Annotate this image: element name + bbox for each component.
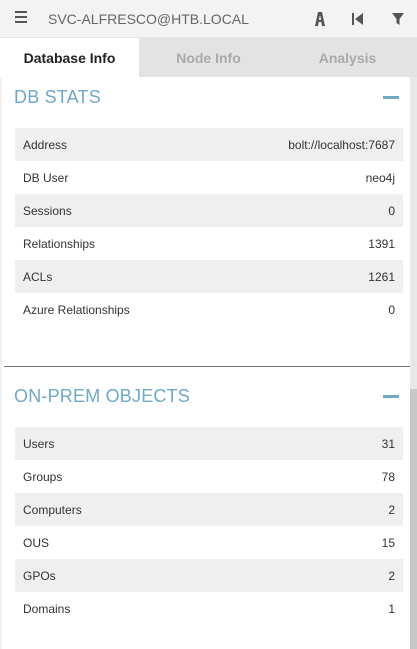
row-value: 0 [388, 302, 395, 317]
db-stats-title: DB STATS [14, 86, 101, 107]
row-value: 2 [388, 502, 395, 517]
row-label: GPOs [23, 568, 56, 583]
row-value: 1261 [368, 269, 395, 284]
row-label: ACLs [23, 269, 53, 284]
back-icon[interactable] [349, 10, 367, 28]
row-label: Address [23, 137, 68, 152]
table-row: GPOs 2 [15, 559, 403, 592]
onprem-header: ON-PREM OBJECTS [14, 381, 399, 411]
db-stats-table: Address bolt://localhost:7687 DB User ne… [15, 128, 403, 326]
row-value: 31 [381, 436, 395, 451]
minus-icon [383, 95, 399, 99]
collapse-db-stats-button[interactable] [383, 89, 399, 105]
menu-icon[interactable] [15, 11, 27, 25]
row-value: bolt://localhost:7687 [288, 137, 395, 152]
row-value: 1391 [368, 236, 395, 251]
section-divider [4, 366, 411, 367]
row-value: 1 [388, 601, 395, 616]
search-input[interactable] [48, 6, 298, 32]
row-label: Users [23, 436, 55, 451]
table-row: Computers 2 [15, 493, 403, 526]
onprem-table: Users 31 Groups 78 Computers 2 OUS 15 GP… [15, 427, 403, 625]
tab-database-info[interactable]: Database Info [0, 38, 139, 77]
table-row: Relationships 1391 [15, 227, 403, 260]
row-label: Computers [23, 502, 82, 517]
table-row: DB User neo4j [15, 161, 403, 194]
table-row: Groups 78 [15, 460, 403, 493]
filter-icon[interactable] [389, 10, 407, 28]
table-row: Users 31 [15, 427, 403, 460]
table-row: OUS 15 [15, 526, 403, 559]
row-value: neo4j [365, 170, 395, 185]
table-row: Address bolt://localhost:7687 [15, 128, 403, 161]
table-row: Sessions 0 [15, 194, 403, 227]
tab-bar: Database Info Node Info Analysis [0, 38, 417, 77]
minus-icon [383, 394, 399, 398]
tab-analysis[interactable]: Analysis [278, 38, 417, 77]
top-bar [0, 0, 417, 38]
scrollbar[interactable] [410, 77, 417, 649]
tab-node-info[interactable]: Node Info [139, 38, 278, 77]
row-label: Azure Relationships [23, 302, 130, 317]
table-row: Azure Relationships 0 [15, 293, 403, 326]
row-value: 0 [388, 203, 395, 218]
row-value: 2 [388, 568, 395, 583]
row-label: DB User [23, 170, 69, 185]
table-row: ACLs 1261 [15, 260, 403, 293]
row-label: Domains [23, 601, 71, 616]
table-row: Domains 1 [15, 592, 403, 625]
row-value: 15 [381, 535, 395, 550]
scrollbar-thumb[interactable] [410, 389, 417, 649]
row-value: 78 [381, 469, 395, 484]
db-stats-header: DB STATS [14, 82, 399, 112]
row-label: Sessions [23, 203, 72, 218]
path-icon[interactable] [311, 10, 329, 28]
onprem-title: ON-PREM OBJECTS [14, 385, 191, 406]
collapse-onprem-button[interactable] [383, 388, 399, 404]
row-label: OUS [23, 535, 50, 550]
row-label: Relationships [23, 236, 96, 251]
row-label: Groups [23, 469, 63, 484]
content-panel: DB STATS Address bolt://localhost:7687 D… [0, 77, 411, 649]
